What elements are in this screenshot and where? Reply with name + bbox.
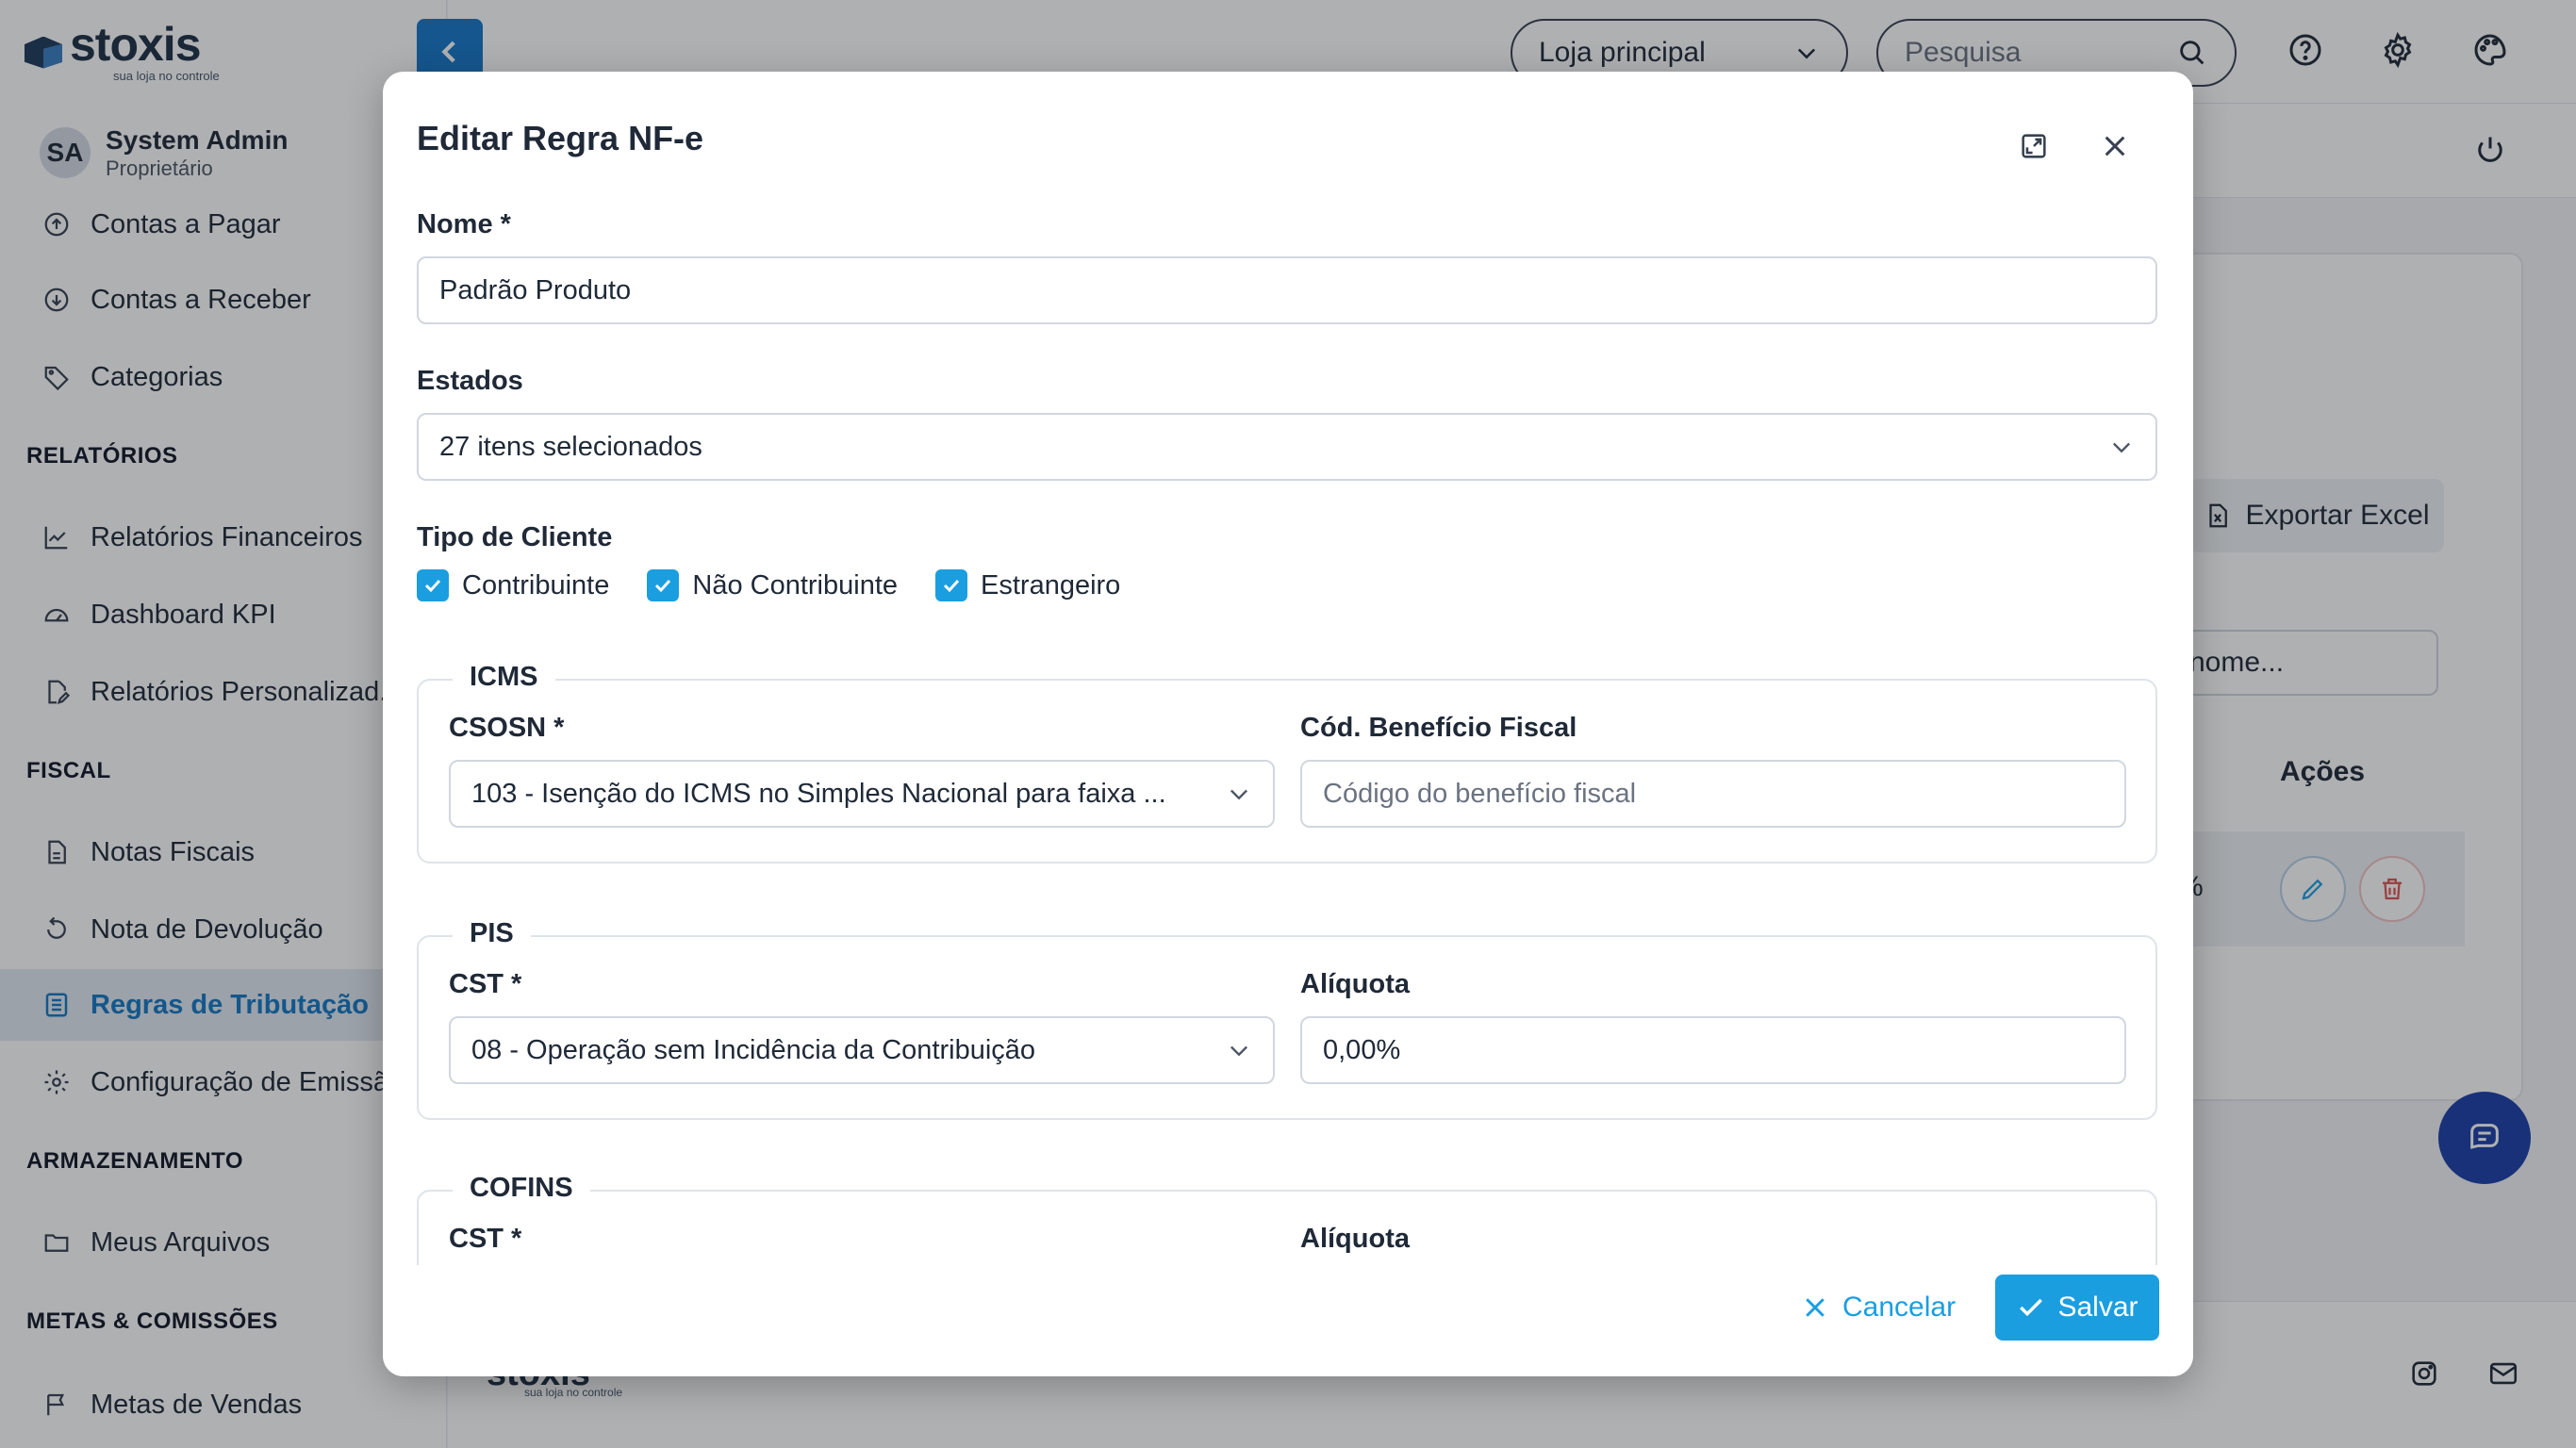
pis-cst-select[interactable]: 08 - Operação sem Incidência da Contribu…: [449, 1016, 1275, 1084]
chevron-down-icon: [1230, 1045, 1247, 1057]
save-button-label: Salvar: [2057, 1292, 2138, 1323]
cancel-button-label: Cancelar: [1842, 1292, 1957, 1323]
pis-legend: PIS: [453, 918, 531, 949]
checkbox-checked-icon[interactable]: [417, 569, 449, 601]
maximize-icon[interactable]: [2008, 121, 2059, 172]
pis-cst-label: CST *: [449, 969, 522, 999]
checkbox-label: Estrangeiro: [981, 569, 1121, 601]
client-type-group: Contribuinte Não Contribuinte Estrangeir…: [417, 569, 1158, 601]
checkbox-nao-contribuinte[interactable]: Não Contribuinte: [647, 569, 898, 601]
checkbox-label: Não Contribuinte: [692, 569, 899, 601]
checkbox-estrangeiro[interactable]: Estrangeiro: [935, 569, 1120, 601]
checkbox-checked-icon[interactable]: [647, 569, 680, 601]
pis-rate-input[interactable]: 0,00%: [1300, 1016, 2126, 1084]
states-select[interactable]: 27 itens selecionados: [417, 413, 2157, 481]
icms-fieldset: ICMS CSOSN * 103 - Isenção do ICMS no Si…: [417, 662, 2157, 864]
pis-fieldset: PIS CST * 08 - Operação sem Incidência d…: [417, 918, 2157, 1120]
csosn-select[interactable]: 103 - Isenção do ICMS no Simples Naciona…: [449, 760, 1275, 828]
chevron-down-icon: [1230, 789, 1247, 800]
cancel-button[interactable]: Cancelar: [1801, 1275, 1956, 1341]
pis-rate-label: Alíquota: [1300, 969, 1410, 999]
checkbox-checked-icon[interactable]: [935, 569, 968, 601]
check-icon: [2020, 1298, 2043, 1317]
csosn-label: CSOSN *: [449, 713, 565, 743]
close-icon: [1806, 1298, 1825, 1317]
states-select-value: 27 itens selecionados: [439, 431, 702, 462]
benefit-code-label: Cód. Benefício Fiscal: [1300, 713, 1577, 743]
cofins-cst-label: CST *: [449, 1224, 522, 1254]
cofins-rate-label: Alíquota: [1300, 1224, 1410, 1254]
name-field-value: Padrão Produto: [439, 274, 632, 305]
csosn-select-value: 103 - Isenção do ICMS no Simples Naciona…: [471, 778, 1166, 809]
chevron-down-icon: [2113, 442, 2130, 453]
edit-rule-dialog: Editar Regra NF-e Nome * Padrão Produto …: [383, 72, 2193, 1376]
checkbox-label: Contribuinte: [462, 569, 610, 601]
name-label: Nome *: [417, 209, 511, 239]
dialog-title: Editar Regra NF-e: [417, 119, 704, 157]
benefit-code-placeholder: Código do benefício fiscal: [1323, 778, 1637, 809]
name-field[interactable]: Padrão Produto: [417, 256, 2157, 324]
pis-rate-value: 0,00%: [1323, 1034, 1401, 1065]
icms-legend: ICMS: [453, 662, 555, 693]
pis-cst-select-value: 08 - Operação sem Incidência da Contribu…: [471, 1034, 1036, 1065]
benefit-code-input[interactable]: Código do benefício fiscal: [1300, 760, 2126, 828]
checkbox-contribuinte[interactable]: Contribuinte: [417, 569, 609, 601]
client-type-label: Tipo de Cliente: [417, 522, 613, 552]
states-label: Estados: [417, 366, 523, 396]
cofins-legend: COFINS: [453, 1173, 590, 1204]
save-button[interactable]: Salvar: [1995, 1275, 2159, 1341]
close-icon[interactable]: [2089, 121, 2140, 172]
